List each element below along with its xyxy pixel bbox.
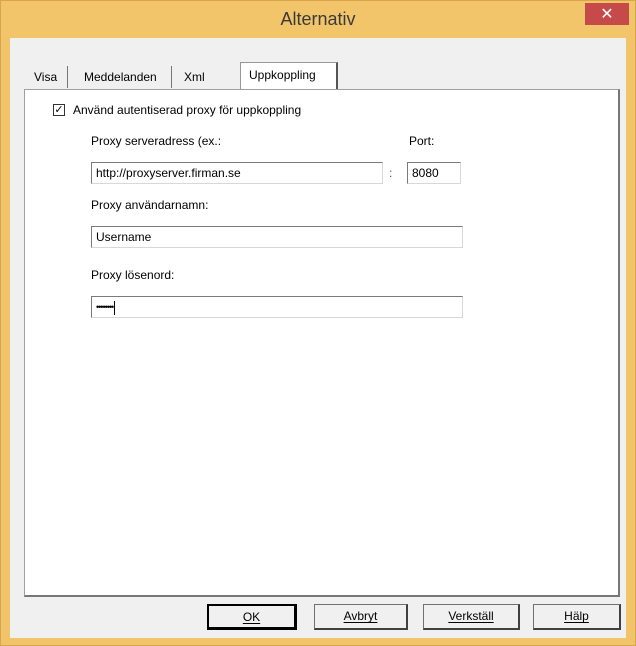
tab-label: Uppkoppling xyxy=(249,68,316,82)
proxy-password-input[interactable]: •••••••• xyxy=(91,296,463,318)
apply-button-label: Verkställ xyxy=(448,609,494,623)
use-proxy-label: Använd autentiserad proxy för uppkopplin… xyxy=(73,103,302,117)
window-title: Alternativ xyxy=(280,9,356,29)
tab-label: Visa xyxy=(34,70,58,84)
proxy-password-label: Proxy lösenord: xyxy=(91,268,175,282)
ok-button[interactable]: OK xyxy=(207,604,297,630)
tab-label: Meddelanden xyxy=(84,70,157,84)
tab-label: Xml xyxy=(184,70,205,84)
port-input[interactable]: 8080 xyxy=(407,162,461,184)
cancel-button[interactable]: Avbryt xyxy=(314,604,408,630)
options-dialog: Alternativ ✕ Visa Meddelanden Xml Uppkop… xyxy=(0,0,636,646)
cancel-button-label: Avbryt xyxy=(343,609,378,623)
port-label: Port: xyxy=(409,134,435,148)
title-bar[interactable]: Alternativ ✕ xyxy=(1,1,635,37)
port-separator: : xyxy=(389,166,393,180)
proxy-server-input[interactable]: http://proxyserver.firman.se xyxy=(91,162,383,184)
proxy-username-input[interactable]: Username xyxy=(91,226,463,248)
check-icon: ✓ xyxy=(54,104,64,116)
ok-button-label: OK xyxy=(242,610,261,624)
tab-visa[interactable]: Visa xyxy=(26,66,68,88)
dialog-client-area: Visa Meddelanden Xml Uppkoppling ✓ Använ… xyxy=(10,38,626,638)
close-button[interactable]: ✕ xyxy=(585,3,629,25)
tab-uppkoppling[interactable]: Uppkoppling xyxy=(240,62,338,89)
proxy-username-label: Proxy användarnamn: xyxy=(91,198,209,212)
use-proxy-checkbox[interactable]: ✓ xyxy=(53,104,65,116)
tab-meddelanden[interactable]: Meddelanden xyxy=(76,66,172,88)
close-icon: ✕ xyxy=(600,4,614,23)
password-mask: •••••••• xyxy=(96,302,114,312)
text-caret xyxy=(114,300,116,315)
proxy-server-label: Proxy serveradress (ex.: xyxy=(91,134,222,148)
uppkoppling-panel: ✓ Använd autentiserad proxy för uppkoppl… xyxy=(24,89,620,597)
help-button[interactable]: Hälp xyxy=(533,604,621,630)
apply-button[interactable]: Verkställ xyxy=(423,604,520,630)
help-button-label: Hälp xyxy=(564,609,589,623)
use-proxy-row[interactable]: ✓ Använd autentiserad proxy för uppkoppl… xyxy=(53,102,301,118)
tab-xml[interactable]: Xml xyxy=(176,66,222,88)
